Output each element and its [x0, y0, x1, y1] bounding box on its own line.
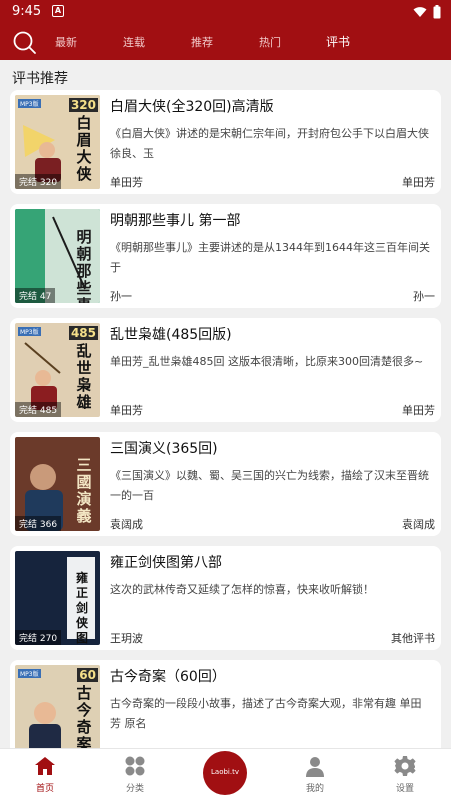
- book-card[interactable]: 明朝那些事儿 完结 47 明朝那些事儿 第一部 《明朝那些事儿》主要讲述的是从1…: [10, 204, 441, 308]
- book-desc: 《明朝那些事儿》主要讲述的是从1344年到1644年这三百年间关于: [110, 241, 430, 274]
- book-cover: MP3版 485 乱世枭雄 完结 485: [15, 323, 100, 417]
- book-tag: 其他评书: [391, 632, 435, 645]
- book-title: 古今奇案（60回）: [110, 669, 226, 685]
- wifi-icon: [413, 7, 427, 17]
- book-desc: 《白眉大侠》讲述的是宋朝仁宗年间，开封府包公手下以白眉大侠徐良、玉: [110, 127, 429, 160]
- book-desc: 《三国演义》以魏、蜀、吴三国的兴亡为线索，描绘了汉末至晋统一的一百: [110, 469, 429, 502]
- book-tag: 孙一: [413, 290, 435, 303]
- nav-settings-label: 设置: [395, 784, 414, 794]
- status-bar: 9:45 A: [0, 0, 451, 24]
- book-title: 明朝那些事儿 第一部: [110, 213, 241, 229]
- gear-icon: [394, 756, 416, 776]
- grid-icon: [125, 756, 145, 776]
- status-time: 9:45: [12, 4, 42, 19]
- user-icon: [306, 757, 324, 777]
- mp3-label: MP3版: [18, 99, 41, 108]
- search-icon: [13, 31, 36, 54]
- episode-badge: 完结 485: [15, 402, 62, 417]
- book-card[interactable]: MP3版 485 乱世枭雄 完结 485 乱世枭雄(485回版) 单田芳_乱世枭…: [10, 318, 441, 422]
- cover-number: 320: [68, 98, 98, 112]
- nav-home[interactable]: 首页: [15, 749, 75, 800]
- battery-icon: [433, 5, 441, 19]
- nav-home-label: 首页: [35, 784, 54, 794]
- book-desc: 单田芳_乱世枭雄485回 这版本很清晰，比原来300回清楚很多~: [110, 355, 424, 368]
- cover-number: 485: [68, 326, 98, 340]
- tab-hot[interactable]: 热门: [259, 34, 281, 50]
- cover-title: 明朝那些事儿: [76, 228, 92, 304]
- book-title: 三国演义(365回): [110, 441, 218, 457]
- home-icon: [35, 757, 55, 775]
- nav-settings[interactable]: 设置: [375, 749, 435, 800]
- book-tag: 单田芳: [402, 404, 435, 417]
- notification-icon: A: [52, 5, 64, 17]
- book-cover: 雍正剑侠图 完结 270: [15, 551, 100, 645]
- book-author: 单田芳: [110, 404, 143, 417]
- tab-latest[interactable]: 最新: [55, 34, 77, 50]
- bottom-nav: 首页 分类 Laobi.tv 我的 设置: [0, 748, 451, 800]
- book-tag: 单田芳: [402, 176, 435, 189]
- mp3-label: MP3版: [18, 327, 41, 336]
- book-title: 乱世枭雄(485回版): [110, 327, 232, 343]
- cover-title: 白眉大侠: [76, 114, 92, 183]
- book-tag: 袁阔成: [402, 518, 435, 531]
- episode-badge: 完结 366: [15, 516, 62, 531]
- book-desc: 这次的武林传奇又延续了怎样的惊喜，快来收听解锁！: [110, 583, 374, 596]
- book-author: 孙一: [110, 290, 132, 303]
- cover-title: 雍正剑侠图: [75, 571, 88, 645]
- section-title: 评书推荐: [12, 71, 68, 87]
- tab-pingshu[interactable]: 评书: [326, 33, 350, 50]
- nav-category[interactable]: 分类: [105, 749, 165, 800]
- cover-title: 三國演義: [76, 456, 92, 525]
- player-button[interactable]: Laobi.tv: [203, 751, 247, 795]
- tab-recommend[interactable]: 推荐: [191, 34, 213, 50]
- book-author: 单田芳: [110, 176, 143, 189]
- book-title: 白眉大侠(全320回)高清版: [110, 99, 274, 115]
- book-card[interactable]: 雍正剑侠图 完结 270 雍正剑侠图第八部 这次的武林传奇又延续了怎样的惊喜，快…: [10, 546, 441, 650]
- book-cover: 三國演義 完结 366: [15, 437, 100, 531]
- search-button[interactable]: [12, 30, 38, 56]
- book-title: 雍正剑侠图第八部: [110, 555, 222, 571]
- episode-badge: 完结 47: [15, 288, 56, 303]
- nav-category-label: 分类: [125, 784, 144, 794]
- mp3-label: MP3版: [18, 669, 41, 678]
- nav-mine[interactable]: 我的: [285, 749, 345, 800]
- cover-title: 古今奇案: [76, 684, 92, 753]
- book-card[interactable]: MP3版 320 白眉大侠 完结 320 白眉大侠(全320回)高清版 《白眉大…: [10, 90, 441, 194]
- nav-mine-label: 我的: [305, 784, 324, 794]
- book-cover: MP3版 60 古今奇案: [15, 665, 100, 759]
- cover-number: 60: [77, 668, 98, 682]
- book-cover: 明朝那些事儿 完结 47: [15, 209, 100, 303]
- book-author: 袁阔成: [110, 518, 143, 531]
- episode-badge: 完结 270: [15, 630, 62, 645]
- book-card[interactable]: 三國演義 完结 366 三国演义(365回) 《三国演义》以魏、蜀、吴三国的兴亡…: [10, 432, 441, 536]
- cover-title: 乱世枭雄: [76, 342, 92, 411]
- tab-serial[interactable]: 连载: [123, 34, 145, 50]
- top-nav: 最新 连载 推荐 热门 评书: [0, 24, 451, 60]
- book-desc: 古今奇案的一段段小故事，描述了古今奇案大观，非常有趣 单田芳 原名: [110, 697, 422, 730]
- player-logo: Laobi.tv: [211, 768, 239, 776]
- book-cover: MP3版 320 白眉大侠 完结 320: [15, 95, 100, 189]
- book-author: 王玥波: [110, 632, 143, 645]
- episode-badge: 完结 320: [15, 174, 62, 189]
